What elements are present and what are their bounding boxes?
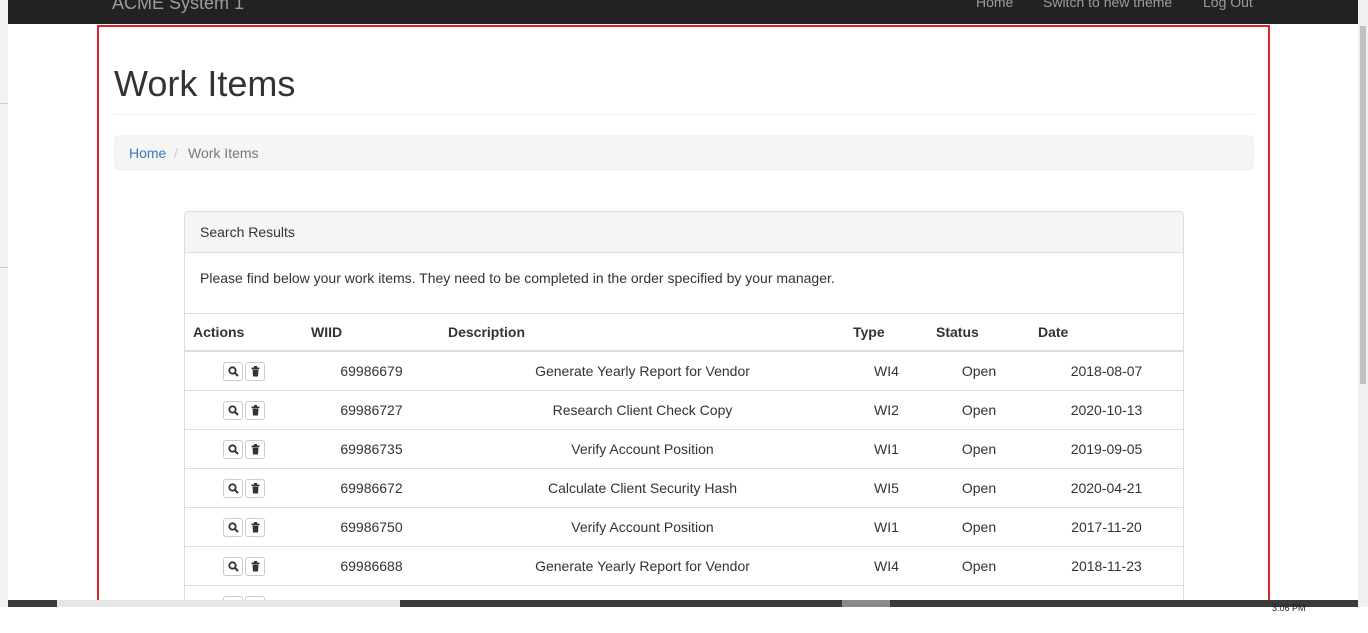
table-row: 69986735 Verify Account Position WI1 Open 20…: [185, 429, 1183, 469]
table-row: 69986750 Verify Account Position WI1 Open 20…: [185, 507, 1183, 547]
nav-link-home[interactable]: Home: [976, 0, 1013, 10]
cell-status: Open: [928, 390, 1030, 430]
cell-type: WI1: [845, 429, 928, 469]
cell-type: WI5: [845, 468, 928, 508]
left-edge-divider: [0, 103, 8, 104]
left-window-edge: [0, 0, 8, 607]
view-button[interactable]: [223, 439, 243, 459]
cell-date: 2017-11-20: [1030, 507, 1183, 547]
vertical-scrollbar-thumb[interactable]: [1360, 26, 1366, 384]
cell-description: Verify Account Position: [440, 429, 845, 469]
delete-button[interactable]: [245, 400, 265, 420]
cell-type: WI4: [874, 363, 899, 379]
cell-date: 2018-11-23: [1030, 546, 1183, 586]
cell-status: Open: [928, 429, 1030, 469]
taskbar-area: [0, 607, 1368, 633]
view-button[interactable]: [223, 556, 243, 576]
page-title: Work Items: [114, 63, 296, 104]
table-row: 69986688 Generate Yearly Report for Vendo…: [185, 546, 1183, 586]
row-actions: [185, 507, 303, 547]
horizontal-scrollbar-track: [57, 600, 400, 607]
column-header-status[interactable]: Status: [928, 314, 1030, 352]
view-button[interactable]: [223, 517, 243, 537]
breadcrumb-home-link[interactable]: Home: [129, 145, 166, 161]
cell-date: 2020-10-13: [1030, 390, 1183, 430]
nav-link-switch-theme[interactable]: Switch to new theme: [1043, 0, 1172, 10]
delete-button[interactable]: [245, 517, 265, 537]
work-items-table: Actions WIID Description Type Status Dat…: [185, 314, 1183, 607]
delete-button[interactable]: [245, 439, 265, 459]
cell-description: Research Client Check Copy: [440, 390, 845, 430]
view-button[interactable]: [223, 400, 243, 420]
view-button[interactable]: [223, 478, 243, 498]
content-container: Work Items Home / Work Items Search Resu…: [97, 25, 1270, 609]
cell-wiid: 69986688: [303, 546, 440, 586]
row-actions: [185, 390, 303, 430]
breadcrumb: Home / Work Items: [114, 135, 1254, 171]
panel-title: Search Results: [200, 224, 295, 240]
delete-button[interactable]: [245, 478, 265, 498]
column-header-actions: Actions: [185, 314, 303, 352]
left-edge-divider: [0, 267, 8, 268]
table-row: 69986679 Generate Yearly Report for Vendo…: [185, 351, 1183, 391]
table-header-row: Actions WIID Description Type Status Dat…: [185, 314, 1183, 352]
cell-wiid: 69986750: [303, 507, 440, 547]
panel-body: Please find below your work items. They …: [185, 253, 1183, 314]
cell-date: 2019-09-05: [1030, 429, 1183, 469]
panel-intro-text: Please find below your work items. They …: [200, 270, 835, 286]
cell-description: Generate Yearly Report for Vendor: [535, 363, 750, 379]
column-header-wiid[interactable]: WIID: [303, 314, 440, 352]
delete-button[interactable]: [245, 556, 265, 576]
table-row: 69986727 Research Client Check Copy WI2 Ope…: [185, 390, 1183, 430]
delete-button[interactable]: [245, 361, 265, 381]
row-actions: [185, 468, 303, 508]
column-header-type[interactable]: Type: [845, 314, 928, 352]
column-header-date[interactable]: Date: [1030, 314, 1183, 352]
view-button[interactable]: [223, 361, 243, 381]
table-row: 69986672 Calculate Client Security Hash WI…: [185, 468, 1183, 508]
cell-description: Calculate Client Security Hash: [440, 468, 845, 508]
title-divider: [114, 114, 1254, 115]
horizontal-scrollbar-thumb[interactable]: [842, 600, 890, 607]
cell-status: Open: [928, 507, 1030, 547]
navbar-brand[interactable]: ACME System 1: [112, 0, 244, 14]
top-navbar: ACME System 1 Home Switch to new theme L…: [8, 0, 1358, 24]
cell-wiid: 69986727: [303, 390, 440, 430]
cell-date: 2018-08-07: [1070, 363, 1143, 379]
breadcrumb-separator: /: [174, 145, 178, 161]
search-results-panel: Search Results Please find below your wo…: [184, 211, 1184, 607]
cell-wiid: 69986672: [303, 468, 440, 508]
panel-heading: Search Results: [185, 212, 1183, 253]
row-actions: [185, 546, 303, 586]
breadcrumb-current: Work Items: [188, 145, 259, 161]
cell-type: WI2: [845, 390, 928, 430]
cell-status: Open: [961, 363, 997, 379]
cell-status: Open: [928, 468, 1030, 508]
cell-description: Generate Yearly Report for Vendor: [440, 546, 845, 586]
row-actions: [185, 351, 303, 391]
row-actions: [185, 429, 303, 469]
cell-status: Open: [928, 546, 1030, 586]
cell-type: WI4: [845, 546, 928, 586]
taskbar-clock: 3:06 PM: [1272, 603, 1306, 613]
cell-wiid: 69986679: [340, 363, 403, 379]
cell-type: WI1: [845, 507, 928, 547]
cell-wiid: 69986735: [303, 429, 440, 469]
nav-link-logout[interactable]: Log Out: [1203, 0, 1253, 10]
cell-date: 2020-04-21: [1030, 468, 1183, 508]
cell-description: Verify Account Position: [440, 507, 845, 547]
column-header-description[interactable]: Description: [440, 314, 845, 352]
